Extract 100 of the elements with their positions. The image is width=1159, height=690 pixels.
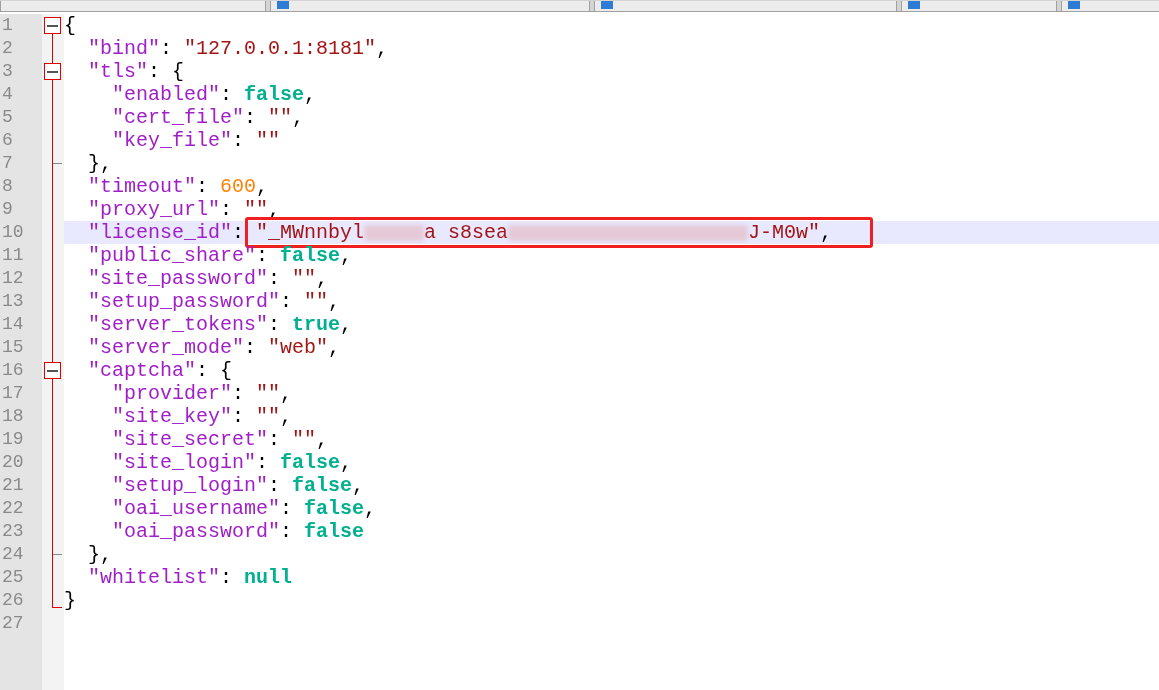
file-icon (908, 1, 920, 9)
code-token: , (280, 382, 293, 405)
collapse-icon[interactable] (44, 63, 61, 80)
fold-end-mark (53, 554, 62, 555)
code-token: "" (256, 382, 281, 405)
code-token: : (280, 520, 294, 543)
line-number: 22 (2, 497, 24, 520)
code-token: "web" (268, 336, 329, 359)
file-tab[interactable] (901, 1, 1057, 11)
code-token: , (316, 428, 329, 451)
code-token: : (232, 221, 246, 244)
code-token: "" (268, 106, 293, 129)
line-number: 14 (2, 313, 24, 336)
line-number: 12 (2, 267, 24, 290)
code-token: J-M0w" (748, 221, 821, 244)
code-token: , (328, 290, 341, 313)
line-number: 9 (2, 198, 13, 221)
code-token: , (340, 244, 353, 267)
line-number: 11 (2, 244, 24, 267)
line-number: 1 (2, 14, 13, 37)
file-tab[interactable] (594, 1, 897, 11)
code-token: false (304, 520, 365, 543)
code-token: , (328, 336, 341, 359)
code-token: { (64, 14, 76, 37)
code-token: "bind" (87, 37, 160, 60)
line-number: 6 (2, 129, 13, 152)
code-token: a s8sea (424, 221, 509, 244)
line-number: 24 (2, 543, 24, 566)
code-token: "" (256, 405, 281, 428)
code-token: "" (256, 129, 281, 152)
code-token: , (304, 83, 317, 106)
code-token: : (160, 37, 174, 60)
line-number: 26 (2, 589, 24, 612)
line-number: 17 (2, 382, 24, 405)
line-number: 21 (2, 474, 24, 497)
code-token: null (244, 566, 293, 589)
line-number: 19 (2, 428, 24, 451)
code-token: "oai_username" (111, 497, 281, 520)
code-token: false (304, 497, 365, 520)
code-token: }, (87, 152, 112, 175)
code-token: "proxy_url" (87, 198, 221, 221)
code-token: "cert_file" (111, 106, 245, 129)
line-number: 3 (2, 60, 13, 83)
code-token: , (256, 175, 269, 198)
code-token: true (292, 313, 341, 336)
line-number: 18 (2, 405, 24, 428)
code-token: : (280, 497, 294, 520)
code-token: "server_tokens" (87, 313, 269, 336)
code-token: "provider" (111, 382, 233, 405)
code-token: : (244, 106, 258, 129)
line-number: 4 (2, 83, 13, 106)
code-token: : (232, 405, 246, 428)
code-token: : { (196, 359, 233, 382)
code-token: "site_secret" (111, 428, 269, 451)
code-token: , (292, 106, 305, 129)
code-token: "tls" (87, 60, 148, 83)
code-token: , (316, 267, 329, 290)
file-icon (277, 1, 289, 9)
code-token: "site_key" (111, 405, 233, 428)
code-token: : (268, 428, 282, 451)
code-token: "captcha" (87, 359, 197, 382)
blurred-text (364, 224, 425, 241)
code-token: 600 (220, 175, 257, 198)
collapse-icon[interactable] (44, 17, 61, 34)
line-number: 7 (2, 152, 13, 175)
code-token: , (376, 37, 389, 60)
line-number: 8 (2, 175, 13, 198)
code-token: "site_password" (87, 267, 269, 290)
code-token: false (280, 244, 341, 267)
code-token: "oai_password" (111, 520, 281, 543)
line-number: 16 (2, 359, 24, 382)
code-token: "enabled" (111, 83, 221, 106)
code-token: : (268, 313, 282, 336)
code-token: "site_login" (111, 451, 257, 474)
line-number: 20 (2, 451, 24, 474)
line-number: 27 (2, 612, 24, 635)
code-token: "_MWnnbyl (256, 221, 365, 244)
collapse-icon[interactable] (44, 362, 61, 379)
line-number: 15 (2, 336, 24, 359)
code-token: false (244, 83, 305, 106)
fold-end-mark (53, 163, 62, 164)
code-token: : (268, 474, 282, 497)
code-token: , (280, 405, 293, 428)
code-token: "public_share" (87, 244, 257, 267)
line-number: 25 (2, 566, 24, 589)
code-token: "" (244, 198, 269, 221)
code-token: "127.0.0.1:8181" (184, 37, 377, 60)
code-token: : (256, 451, 270, 474)
code-token: "setup_login" (111, 474, 269, 497)
file-tab[interactable] (1061, 1, 1159, 11)
code-token: , (364, 497, 377, 520)
code-token: } (64, 589, 76, 612)
code-token: : (232, 382, 246, 405)
code-token: "" (292, 428, 317, 451)
code-token: : (256, 244, 270, 267)
code-token: : (268, 267, 282, 290)
file-icon (601, 1, 613, 9)
code-token: : (232, 129, 246, 152)
code-token: , (340, 451, 353, 474)
file-tab[interactable] (270, 1, 590, 11)
